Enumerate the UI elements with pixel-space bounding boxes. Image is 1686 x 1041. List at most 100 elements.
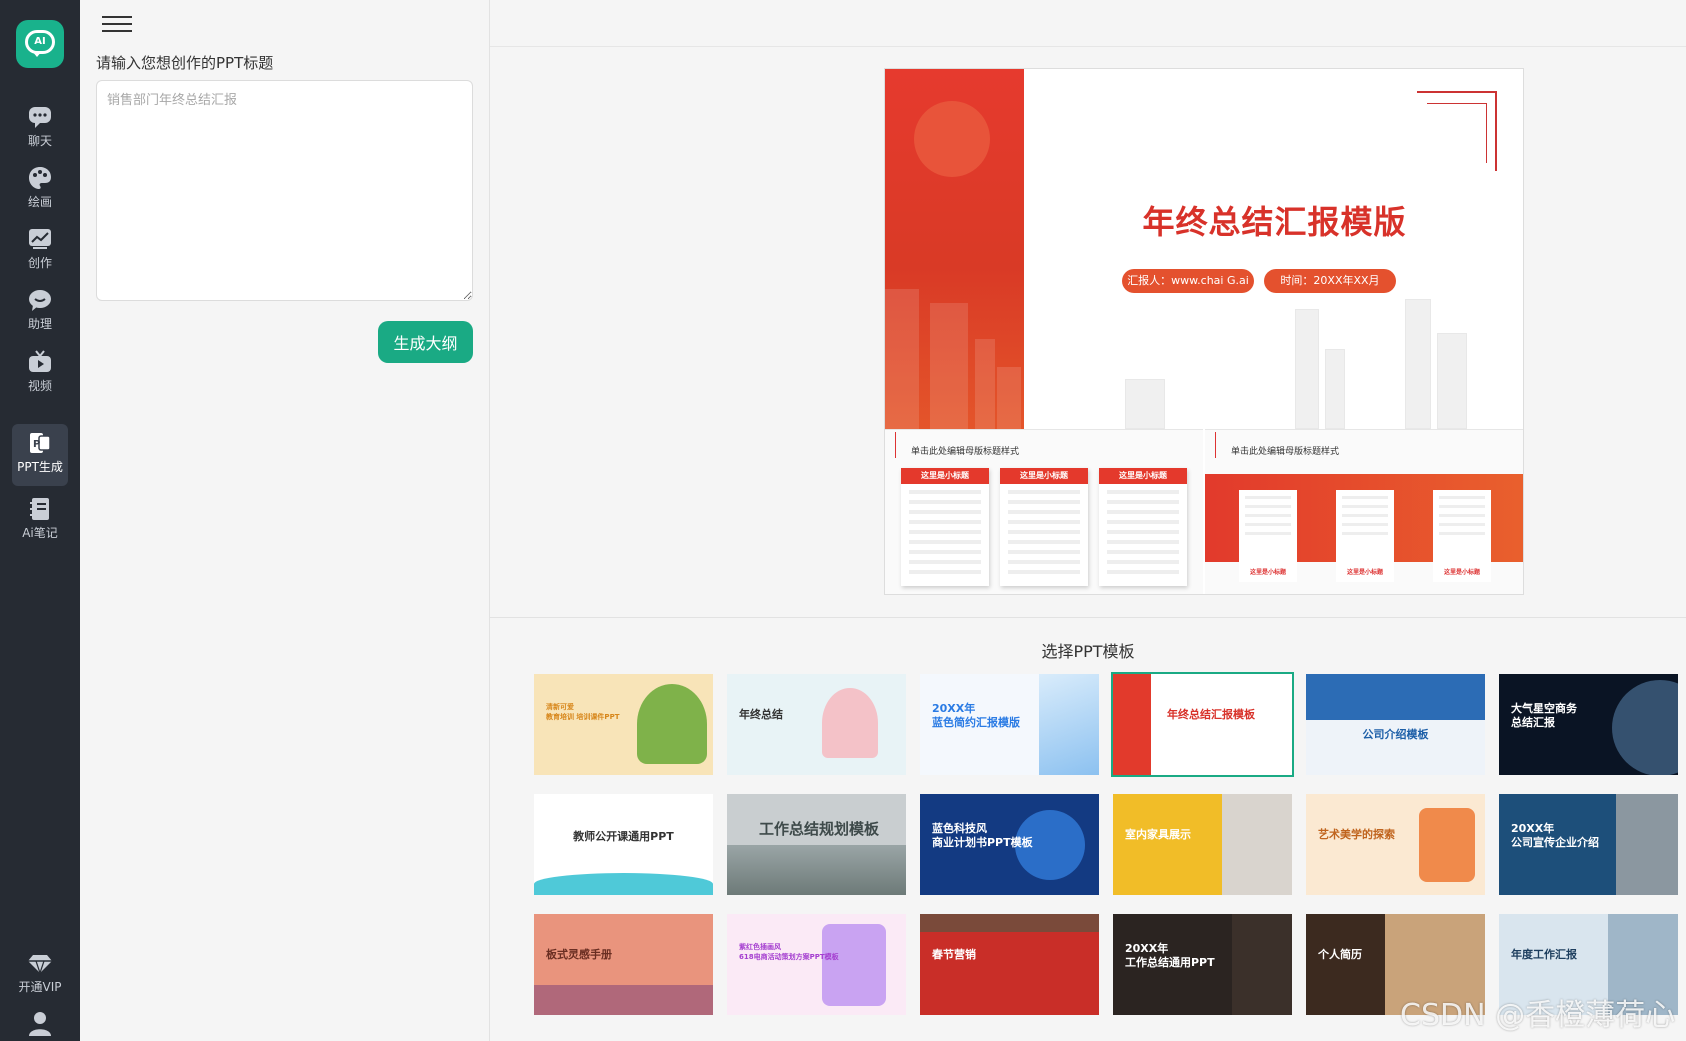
template-thumbnail[interactable]: 教师公开课通用PPT: [534, 794, 713, 895]
template-thumbnail[interactable]: 20XX年 蓝色简约汇报模版: [920, 674, 1099, 775]
template-title: 工作总结规划模板: [759, 820, 880, 838]
sidebar-item-video[interactable]: 视频: [12, 343, 68, 405]
template-thumbnail[interactable]: 室内家具展示: [1113, 794, 1292, 895]
slide-subtitle: 单击此处编辑母版标题样式: [911, 447, 1020, 457]
template-decoration: [822, 924, 886, 1006]
template-title: 个人简历: [1318, 948, 1362, 961]
sidebar-item-chat[interactable]: 聊天: [12, 98, 68, 160]
template-decoration: [1306, 674, 1485, 720]
template-title: 清新可爱 教育培训 培训课件PPT: [546, 703, 620, 721]
template-title: 年终总结汇报模板: [1167, 708, 1255, 721]
cover-title: 年终总结汇报模版: [1142, 203, 1407, 241]
sidebar-item-label: PPT生成: [17, 460, 63, 474]
template-thumbnail[interactable]: 工作总结规划模板: [727, 794, 906, 895]
template-thumbnail[interactable]: 20XX年 公司宣传企业介绍: [1499, 794, 1678, 895]
template-decoration: [637, 684, 707, 764]
template-title: 室内家具展示: [1125, 828, 1191, 841]
diamond-icon: [28, 955, 52, 975]
template-thumbnail[interactable]: 公司介绍模板: [1306, 674, 1485, 775]
template-title: 20XX年 工作总结通用PPT: [1125, 942, 1215, 969]
template-section-heading: 选择PPT模板: [1041, 642, 1135, 661]
template-thumbnail[interactable]: 年终总结: [727, 674, 906, 775]
template-thumbnail[interactable]: 板式灵感手册: [534, 914, 713, 1015]
sidebar-item-ppt[interactable]: P PPT生成: [12, 424, 68, 486]
sidebar-item-label: 聊天: [27, 134, 52, 148]
info-card: 这里是小标题: [901, 468, 989, 586]
info-card: 这里是小标题: [1000, 468, 1088, 586]
sun-shape: [914, 101, 990, 177]
band-card-label: 这里是小标题: [1443, 569, 1480, 576]
band-card: 这里是小标题: [1336, 490, 1394, 582]
template-grid: 清新可爱 教育培训 培训课件PPT 年终总结 20XX年 蓝色简约汇报模版 年终总结汇…: [534, 672, 1678, 1015]
assistant-bubble-icon: [29, 290, 51, 311]
notebook-icon: [30, 498, 49, 520]
template-decoration: [534, 873, 713, 895]
template-thumbnail[interactable]: 年终总结汇报模板: [1111, 672, 1294, 777]
app-logo[interactable]: AI: [16, 20, 64, 68]
slide-subtitle: 单击此处编辑母版标题样式: [1231, 447, 1340, 457]
template-decoration: [822, 688, 878, 758]
template-title: 年度工作汇报: [1511, 948, 1577, 961]
reporter-pill: 汇报人：www.chai G.ai: [1122, 269, 1254, 293]
template-title: 教师公开课通用PPT: [573, 830, 674, 843]
template-thumbnail[interactable]: 20XX年 工作总结通用PPT: [1113, 914, 1292, 1015]
tv-icon: [29, 350, 51, 372]
template-decoration: [1616, 794, 1678, 895]
sidebar-item-draw[interactable]: 绘画: [12, 159, 68, 221]
sidebar-item-notes[interactable]: Ai笔记: [12, 490, 68, 552]
template-thumbnail[interactable]: 蓝色科技风 商业计划书PPT模板: [920, 794, 1099, 895]
preview-cover-slide: 年终总结汇报模版 汇报人：www.chai G.ai 时间：20XX年XX月: [885, 69, 1523, 429]
sidebar-item-label: 绘画: [27, 195, 52, 209]
band-card: 这里是小标题: [1433, 490, 1491, 582]
time-pill: 时间：20XX年XX月: [1264, 269, 1396, 293]
template-title: 蓝色科技风 商业计划书PPT模板: [932, 822, 1033, 849]
watermark: CSDN @香橙薄荷心: [1400, 998, 1676, 1033]
chat-bubble-icon: [29, 107, 51, 128]
template-decoration: [727, 845, 906, 895]
template-decoration: [1419, 808, 1475, 882]
card-heading: 这里是小标题: [901, 468, 989, 484]
logo-tail: [32, 51, 42, 57]
template-thumbnail[interactable]: 清新可爱 教育培训 培训课件PPT: [534, 674, 713, 775]
ppt-icon: P: [30, 433, 51, 453]
template-title: 大气星空商务 总结汇报: [1511, 702, 1577, 729]
sidebar-item-label: 创作: [27, 256, 52, 270]
palette-icon: [29, 167, 51, 189]
template-title: 公司介绍模板: [1362, 728, 1429, 741]
form-panel: 请输入您想创作的PPT标题 生成大纲: [80, 0, 490, 1041]
template-decoration: [920, 914, 1099, 932]
sidebar-item-label: 开通VIP: [18, 980, 62, 994]
template-thumbnail[interactable]: 艺术美学的探索: [1306, 794, 1485, 895]
template-decoration: [1222, 794, 1292, 895]
sidebar-item-assistant[interactable]: 助理: [12, 281, 68, 343]
template-title: 年终总结: [739, 708, 783, 721]
band-card: 这里是小标题: [1239, 490, 1297, 582]
preview-sub-slides: 单击此处编辑母版标题样式 这里是小标题 这里是小标题 这里是小标题 单击此处编辑…: [885, 429, 1523, 594]
template-title: 艺术美学的探索: [1318, 828, 1395, 841]
sidebar-item-label: 助理: [27, 317, 52, 331]
user-icon[interactable]: [27, 1010, 53, 1036]
generate-outline-button[interactable]: 生成大纲: [378, 321, 473, 363]
template-thumbnail[interactable]: 紫红色插画风 618电商活动策划方案PPT模板: [727, 914, 906, 1015]
preview-slide-band: 单击此处编辑母版标题样式 这里是小标题 这里是小标题 这里是小标题: [1205, 429, 1523, 594]
band-card-label: 这里是小标题: [1249, 569, 1286, 576]
section-divider: [490, 617, 1686, 618]
sidebar-item-create[interactable]: 创作: [12, 220, 68, 282]
info-card: 这里是小标题: [1099, 468, 1187, 586]
sidebar-item-vip[interactable]: 开通VIP: [12, 944, 68, 1006]
menu-toggle-icon[interactable]: [102, 12, 132, 36]
ppt-title-input[interactable]: [96, 80, 473, 301]
template-thumbnail[interactable]: 大气星空商务 总结汇报: [1499, 674, 1678, 775]
template-thumbnail[interactable]: 春节营销: [920, 914, 1099, 1015]
chart-line-icon: [29, 229, 51, 249]
template-decoration: [1232, 914, 1292, 1015]
sidebar-item-label: Ai笔记: [22, 526, 58, 540]
svg-text:P: P: [33, 439, 40, 450]
corner-decoration-inner: [1427, 103, 1487, 163]
template-title: 春节营销: [932, 948, 976, 961]
template-title: 紫红色插画风 618电商活动策划方案PPT模板: [739, 943, 839, 961]
app-window: AI 聊天 绘画 创作 助理 视频 P PPT生成 Ai笔记 开通VIP 请输入…: [0, 0, 1686, 1041]
city-skyline: [1125, 379, 1165, 429]
band-card-label: 这里是小标题: [1346, 569, 1383, 576]
template-decoration: [1039, 674, 1099, 775]
